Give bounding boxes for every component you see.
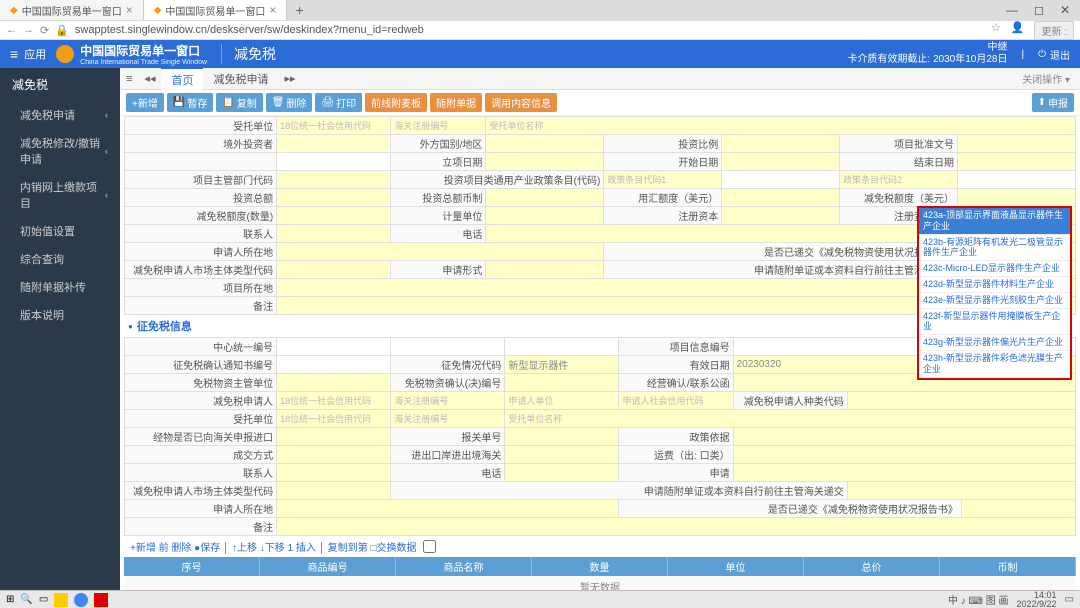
prev-tab-icon[interactable]: ◂◂ xyxy=(138,72,161,85)
browser-tab-bar: ◆ 中国国际贸易单一窗口 × ◆ 中国国际贸易单一窗口 × + — ◻ ✕ xyxy=(0,0,1080,20)
windows-start-icon[interactable]: ⊞ xyxy=(6,594,14,605)
print-button[interactable]: 🖨打印 xyxy=(315,93,362,112)
card-info: 中继 卡介质有效期截止: 2030年10月28日 xyxy=(847,42,1007,66)
maximize-icon[interactable]: ◻ xyxy=(1034,3,1044,17)
sidebar-item-modify[interactable]: 减免税修改/撤销申请‹ xyxy=(0,129,120,173)
upload-icon: ⬆ xyxy=(1038,97,1046,108)
grid-controls: +新增 前 删除 ●保存 │ ↑上移 ↓下移 1 插入 │ 复制到第 □交换数据 xyxy=(124,536,1076,557)
collapse-tabs-icon[interactable]: ≡ xyxy=(120,73,138,85)
folder-icon[interactable] xyxy=(54,593,68,607)
divider: | xyxy=(1021,49,1024,60)
tab-close-icon[interactable]: × xyxy=(269,3,276,17)
trash-icon: 🗑 xyxy=(272,97,285,108)
tab-close-icon[interactable]: × xyxy=(126,3,133,17)
chevron-left-icon: ‹ xyxy=(105,190,108,200)
dropdown-option[interactable]: 423c-Micro-LED显示器件生产企业 xyxy=(919,261,1070,277)
chevron-left-icon: ‹ xyxy=(105,146,108,156)
chrome-icon[interactable] xyxy=(74,593,88,607)
copy-icon: 📋 xyxy=(222,97,234,108)
category-dropdown: 423a-顶部显示界面液晶显示器件生产企业 423b-有源矩阵有机发光二极管显示… xyxy=(917,206,1072,380)
power-icon: ⏻ xyxy=(1038,49,1046,60)
dropdown-option[interactable]: 423h-新型显示器件彩色滤光膜生产企业 xyxy=(919,351,1070,378)
dropdown-option[interactable]: 423a-顶部显示界面液晶显示器件生产企业 xyxy=(919,208,1070,235)
sidebar-item-version[interactable]: 版本说明 xyxy=(0,301,120,329)
next-tab-icon[interactable]: ▸▸ xyxy=(278,72,301,85)
sidebar: 减免税 减免税申请‹ 减免税修改/撤销申请‹ 内销网上缴款项目‹ 初始值设置 综… xyxy=(0,68,120,590)
copy-button[interactable]: 📋复制 xyxy=(216,93,262,112)
dropdown-option[interactable]: 423g-新型显示器件偏光片生产企业 xyxy=(919,335,1070,351)
lock-icon: 🔒 xyxy=(55,24,69,37)
close-window-icon[interactable]: ✕ xyxy=(1060,3,1070,17)
save-icon: 💾 xyxy=(173,97,185,108)
forward-icon[interactable]: → xyxy=(23,24,34,36)
clock[interactable]: 14:01 2022/9/22 xyxy=(1017,591,1057,608)
taskbar: ⊞ 🔍 ▭ 中 ♪ ⌨ 图 画 14:01 2022/9/22 ▭ xyxy=(0,590,1080,608)
content-tab-home[interactable]: 首页 xyxy=(161,68,203,91)
search-icon[interactable]: 🔍 xyxy=(20,594,32,605)
delete-button[interactable]: 🗑删除 xyxy=(266,93,313,112)
attach-button[interactable]: 随附单据 xyxy=(430,93,482,112)
notification-icon[interactable]: ▭ xyxy=(1065,594,1074,605)
address-input[interactable] xyxy=(75,24,985,36)
save-button[interactable]: 💾暂存 xyxy=(167,93,213,112)
declare-button[interactable]: ⬆申报 xyxy=(1032,93,1074,112)
grid-controls-text[interactable]: +新增 前 删除 ●保存 │ ↑上移 ↓下移 1 插入 │ 复制到第 □交换数据 xyxy=(130,539,417,554)
user-icon[interactable]: 👤 xyxy=(1011,21,1025,40)
dropdown-option[interactable]: 423d-新型显示器件材料生产企业 xyxy=(919,277,1070,293)
grid-header: 序号商品编号商品名称数量单位总价币制 xyxy=(124,557,1076,576)
dropdown-option[interactable]: 423b-有源矩阵有机发光二极管显示器件生产企业 xyxy=(919,235,1070,262)
sidebar-item-attach[interactable]: 随附单据补传 xyxy=(0,273,120,301)
star-icon[interactable]: ☆ xyxy=(991,21,1001,40)
dropdown-option[interactable]: 423f-新型显示器件用掩膜板生产企业 xyxy=(919,309,1070,336)
close-ops-dropdown[interactable]: 关闭操作 ▾ xyxy=(1022,71,1080,86)
logo-emblem xyxy=(56,45,74,63)
app-icon[interactable] xyxy=(94,593,108,607)
sidebar-item-apply[interactable]: 减免税申请‹ xyxy=(0,101,120,129)
dropdown-option[interactable]: 423e-新型显示器件光刻胶生产企业 xyxy=(919,293,1070,309)
sidebar-item-initial[interactable]: 初始值设置 xyxy=(0,217,120,245)
module-name: 减免税 xyxy=(221,44,276,64)
sidebar-item-payment[interactable]: 内销网上缴款项目‹ xyxy=(0,173,120,217)
browser-tab-active[interactable]: ◆ 中国国际贸易单一窗口 × xyxy=(144,0,288,20)
new-tab-button[interactable]: + xyxy=(287,2,311,18)
back-icon[interactable]: ← xyxy=(6,24,17,36)
task-view-icon[interactable]: ▭ xyxy=(39,594,48,605)
prev-attach-button[interactable]: 前线附麦板 xyxy=(365,93,427,112)
new-button[interactable]: +新增 xyxy=(126,93,164,112)
browser-tab[interactable]: ◆ 中国国际贸易单一窗口 × xyxy=(0,0,144,20)
content-tab-apply[interactable]: 减免税申请 xyxy=(203,68,278,90)
app-label: 应用 xyxy=(24,46,46,62)
app-header: ≡ 应用 中国国际贸易单一窗口 China International Trad… xyxy=(0,40,1080,68)
swap-data-checkbox[interactable] xyxy=(423,540,436,553)
app-title-en: China International Trade Single Window xyxy=(80,59,207,66)
sidebar-item-query[interactable]: 综合查询 xyxy=(0,245,120,273)
menu-icon[interactable]: ≡ xyxy=(10,46,18,62)
grid-empty-text: 暂无数据 xyxy=(124,576,1076,590)
chevron-left-icon: ‹ xyxy=(105,110,108,120)
template-button[interactable]: 调用内容信息 xyxy=(485,93,557,112)
reload-icon[interactable]: ⟳ xyxy=(40,24,49,37)
sidebar-title: 减免税 xyxy=(0,68,120,101)
logout-button[interactable]: ⏻ 退出 xyxy=(1038,47,1070,62)
update-button[interactable]: 更新 : xyxy=(1034,21,1074,40)
app-title-cn: 中国国际贸易单一窗口 xyxy=(80,42,207,59)
ime-indicator[interactable]: 中 ♪ ⌨ 图 画 xyxy=(948,592,1009,607)
minimize-icon[interactable]: — xyxy=(1006,3,1018,17)
print-icon: 🖨 xyxy=(321,97,334,108)
